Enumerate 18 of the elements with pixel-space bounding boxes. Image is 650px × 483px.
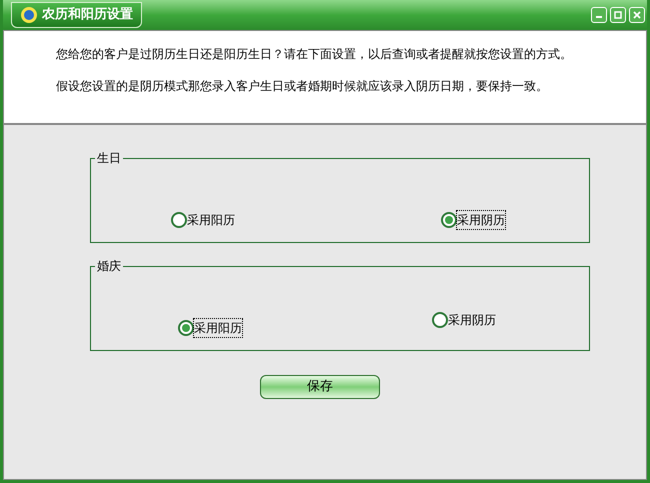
- app-logo-icon: [20, 6, 38, 24]
- radio-option[interactable]: 采用阳历: [178, 319, 242, 337]
- close-icon[interactable]: [629, 7, 645, 23]
- maximize-icon[interactable]: [610, 7, 626, 23]
- radio-option[interactable]: 采用阳历: [171, 211, 235, 229]
- group-title: 生日: [96, 150, 122, 167]
- radio-option[interactable]: 采用阴历: [432, 311, 496, 329]
- radio-option[interactable]: 采用阴历: [441, 211, 505, 229]
- save-button[interactable]: 保存: [260, 375, 380, 399]
- info-text: 您给您的客户是过阴历生日还是阳历生日？请在下面设置，以后查询或者提醒就按您设置的方式。: [56, 46, 573, 63]
- window-title: 农历和阳历设置: [42, 6, 133, 24]
- radio-icon[interactable]: [171, 212, 187, 228]
- minimize-icon[interactable]: [591, 7, 607, 23]
- group-title: 婚庆: [96, 258, 122, 275]
- radio-icon[interactable]: [441, 212, 457, 228]
- info-text: 假设您设置的是阴历模式那您录入客户生日或者婚期时候就应该录入阴历日期，要保持一致。: [56, 78, 549, 95]
- radio-icon[interactable]: [432, 312, 448, 328]
- radio-icon[interactable]: [178, 320, 194, 336]
